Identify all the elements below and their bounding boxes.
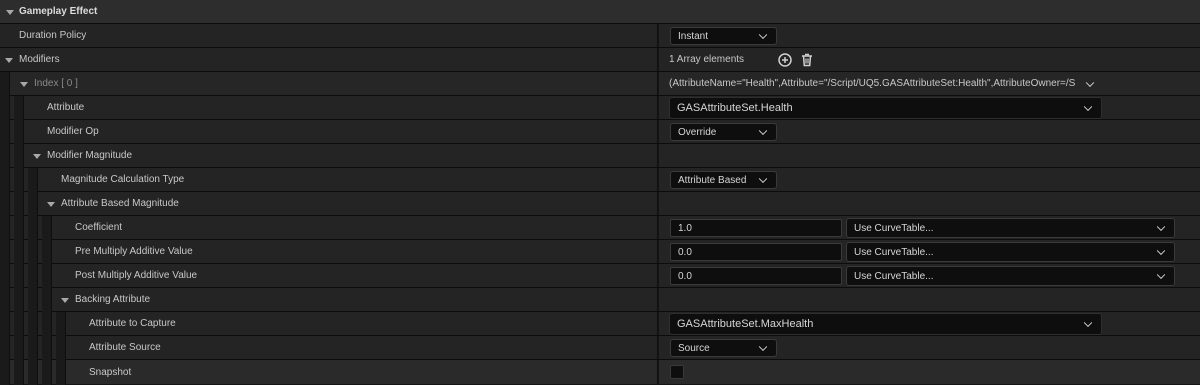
chevron-down-icon (758, 126, 768, 136)
details-panel: Gameplay Effect Duration Policy Instant … (0, 0, 1200, 385)
collapse-arrow-icon[interactable] (61, 298, 69, 303)
trash-icon[interactable] (799, 52, 815, 68)
category-gameplay-effect[interactable]: Gameplay Effect (0, 0, 1200, 24)
snapshot-checkbox[interactable] (670, 365, 684, 379)
row-modifier-magnitude[interactable]: Modifier Magnitude (0, 144, 1200, 168)
attribute-to-capture-picker[interactable]: GASAttributeSet.MaxHealth (669, 313, 1102, 335)
chevron-down-icon (758, 30, 768, 40)
index-label: Index [ 0 ] (34, 78, 78, 89)
row-modifiers[interactable]: Modifiers 1 Array elements (0, 48, 1200, 72)
index-summary: (AttributeName="Health",Attribute="/Scri… (669, 78, 1076, 89)
row-snapshot: Snapshot (0, 360, 1200, 385)
collapse-arrow-icon[interactable] (5, 58, 13, 63)
collapse-arrow-icon[interactable] (20, 82, 28, 87)
row-index-0[interactable]: Index [ 0 ] (AttributeName="Health",Attr… (0, 72, 1200, 96)
chevron-down-icon (758, 342, 768, 352)
row-attribute: Attribute GASAttributeSet.Health (0, 96, 1200, 120)
coefficient-curve-table-dropdown[interactable]: Use CurveTable... (846, 218, 1175, 238)
chevron-down-icon (1083, 318, 1093, 328)
attribute-based-magnitude-label: Attribute Based Magnitude (61, 198, 179, 209)
coefficient-input[interactable]: 1.0 (670, 219, 842, 237)
chevron-down-icon[interactable] (1085, 78, 1095, 87)
backing-attribute-label: Backing Attribute (75, 294, 151, 305)
attribute-picker[interactable]: GASAttributeSet.Health (669, 97, 1102, 119)
magnitude-calculation-type-dropdown[interactable]: Attribute Based (670, 171, 777, 189)
coefficient-label: Coefficient (75, 222, 123, 233)
pre-multiply-input[interactable]: 0.0 (670, 243, 842, 261)
modifier-magnitude-label: Modifier Magnitude (47, 150, 133, 161)
row-magnitude-calculation-type: Magnitude Calculation Type Attribute Bas… (0, 168, 1200, 192)
collapse-arrow-icon[interactable] (33, 154, 41, 159)
attribute-source-dropdown[interactable]: Source (670, 339, 777, 357)
row-coefficient: Coefficient 1.0 Use CurveTable... (0, 216, 1200, 240)
row-attribute-to-capture: Attribute to Capture GASAttributeSet.Max… (0, 312, 1200, 336)
modifiers-label: Modifiers (19, 54, 60, 65)
pre-multiply-curve-table-dropdown[interactable]: Use CurveTable... (846, 242, 1175, 262)
collapse-arrow-icon[interactable] (47, 202, 55, 207)
duration-policy-label: Duration Policy (19, 30, 87, 41)
post-multiply-input[interactable]: 0.0 (670, 267, 842, 285)
attribute-to-capture-label: Attribute to Capture (89, 318, 176, 329)
category-title: Gameplay Effect (19, 6, 98, 17)
chevron-down-icon (1156, 246, 1166, 256)
chevron-down-icon (1083, 102, 1093, 112)
attribute-label: Attribute (47, 102, 85, 113)
duration-policy-dropdown[interactable]: Instant (670, 27, 777, 45)
row-duration-policy: Duration Policy Instant (0, 24, 1200, 48)
modifier-op-label: Modifier Op (47, 126, 99, 137)
chevron-down-icon (1156, 222, 1166, 232)
array-count: 1 Array elements (669, 54, 745, 65)
row-post-multiply-additive-value: Post Multiply Additive Value 0.0 Use Cur… (0, 264, 1200, 288)
plus-circle-icon[interactable] (777, 52, 793, 68)
collapse-arrow-icon[interactable] (6, 10, 14, 15)
snapshot-label: Snapshot (89, 366, 132, 378)
row-attribute-source: Attribute Source Source (0, 336, 1200, 360)
chevron-down-icon (758, 174, 768, 184)
row-backing-attribute[interactable]: Backing Attribute (0, 288, 1200, 312)
attribute-source-label: Attribute Source (89, 342, 161, 353)
magnitude-calculation-type-label: Magnitude Calculation Type (61, 174, 185, 185)
pre-multiply-label: Pre Multiply Additive Value (75, 246, 193, 257)
row-attribute-based-magnitude[interactable]: Attribute Based Magnitude (0, 192, 1200, 216)
chevron-down-icon (1156, 270, 1166, 280)
row-modifier-op: Modifier Op Override (0, 120, 1200, 144)
row-pre-multiply-additive-value: Pre Multiply Additive Value 0.0 Use Curv… (0, 240, 1200, 264)
modifier-op-dropdown[interactable]: Override (670, 123, 777, 141)
post-multiply-curve-table-dropdown[interactable]: Use CurveTable... (846, 266, 1175, 286)
post-multiply-label: Post Multiply Additive Value (75, 270, 198, 281)
